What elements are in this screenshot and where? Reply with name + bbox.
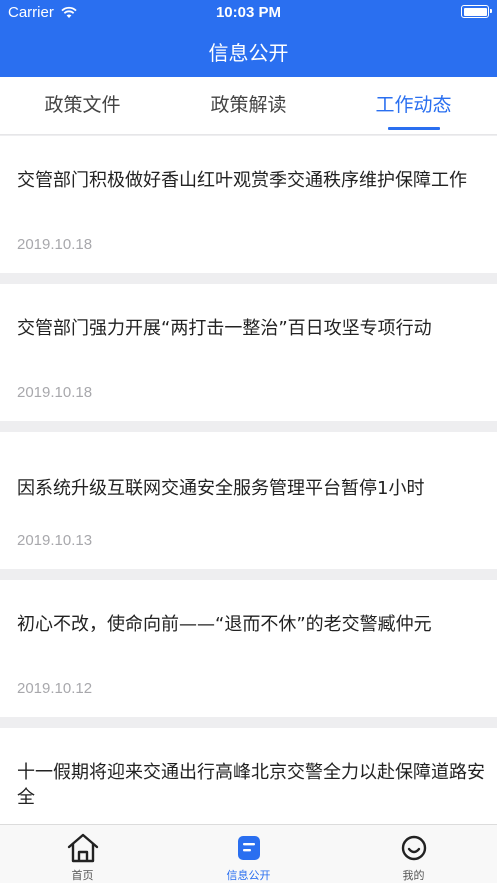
news-date: 2019.10.12 (17, 680, 93, 697)
clock: 10:03 PM (215, 4, 282, 21)
news-list[interactable]: 交管部门积极做好香山红叶观赏季交通秩序维护保障工作 2019.10.18 交管部… (0, 136, 497, 824)
tabbar-label: 信息公开 (226, 869, 271, 882)
list-item[interactable]: 初心不改，使命向前——“退而不休”的老交警臧仲元 2019.10.12 (0, 580, 497, 717)
tab-policy-interpretation[interactable]: 政策解读 (166, 77, 331, 135)
tabbar-label: 首页 (71, 869, 94, 882)
tabbar-item-profile[interactable]: 我的 (331, 825, 496, 883)
tabbar-item-info[interactable]: 信息公开 (166, 825, 331, 883)
home-icon (67, 833, 99, 863)
active-tab-indicator (388, 127, 440, 130)
news-title: 因系统升级互联网交通安全服务管理平台暂停1小时 (17, 478, 425, 499)
news-date: 2019.10.18 (17, 384, 93, 401)
status-bar: Carrier 10:03 PM (0, 0, 497, 26)
list-item[interactable]: 交管部门强力开展“两打击一整治”百日攻坚专项行动 2019.10.18 (0, 284, 497, 421)
news-title: 交管部门强力开展“两打击一整治”百日攻坚专项行动 (17, 318, 432, 339)
tabbar-item-home[interactable]: 首页 (0, 825, 165, 883)
list-item[interactable]: 十一假期将迎来交通出行高峰北京交警全力以赴保障道路安全 (0, 728, 497, 824)
tab-policy-documents[interactable]: 政策文件 (0, 77, 165, 135)
info-document-icon (238, 836, 260, 860)
news-title: 十一假期将迎来交通出行高峰北京交警全力以赴保障道路安全 (17, 762, 485, 808)
news-title: 初心不改，使命向前——“退而不休”的老交警臧仲元 (17, 614, 432, 635)
app-header: Carrier 10:03 PM 信息公开 (0, 0, 497, 77)
list-item[interactable]: 因系统升级互联网交通安全服务管理平台暂停1小时 2019.10.13 (0, 432, 497, 569)
tabbar-label: 我的 (402, 869, 425, 882)
news-date: 2019.10.13 (17, 532, 93, 549)
page-title: 信息公开 (208, 41, 289, 65)
battery-icon (461, 5, 492, 18)
news-date: 2019.10.18 (17, 236, 93, 253)
smiley-profile-icon (401, 835, 427, 861)
bottom-tab-bar: 首页 信息公开 我的 (0, 824, 497, 883)
news-title: 交管部门积极做好香山红叶观赏季交通秩序维护保障工作 (17, 170, 467, 191)
list-item[interactable]: 交管部门积极做好香山红叶观赏季交通秩序维护保障工作 2019.10.18 (0, 136, 497, 273)
